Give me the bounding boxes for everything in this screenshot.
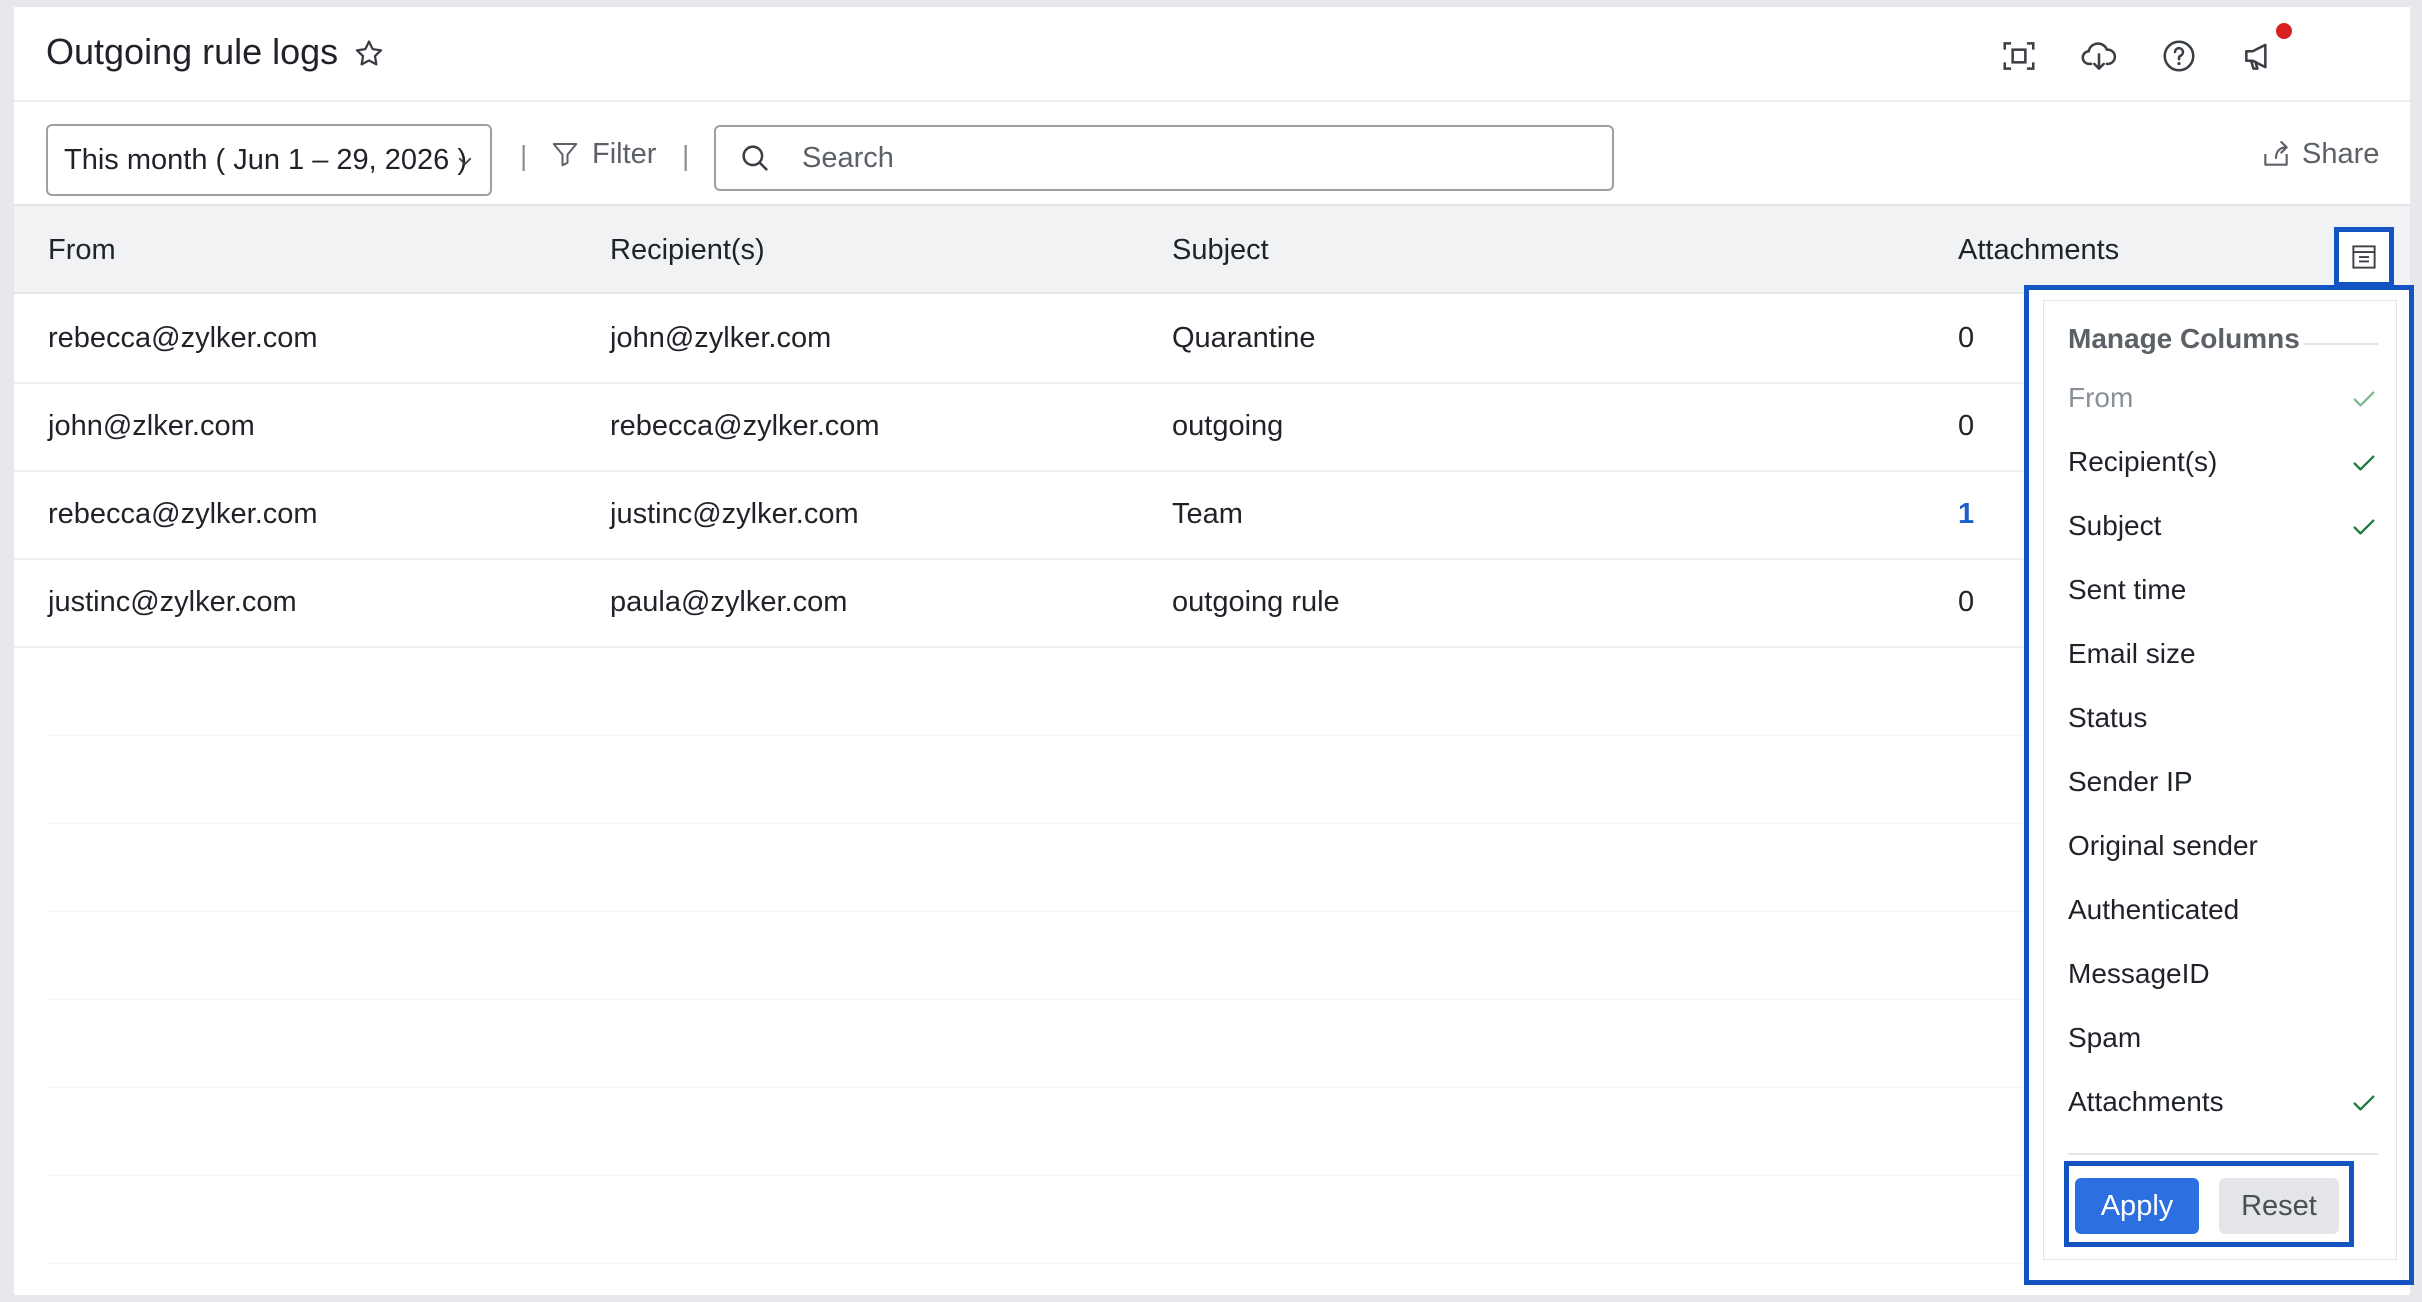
toolbar: This month ( Jun 1 – 29, 2026 ) | Filter… xyxy=(14,104,2410,212)
panel-actions: Apply Reset xyxy=(2064,1161,2354,1247)
column-option-label: Authenticated xyxy=(2068,894,2240,925)
cell-attachments: 0 xyxy=(1958,586,1975,618)
cell-recipients: paula@zylker.com xyxy=(610,586,848,618)
column-option: From xyxy=(2068,373,2378,423)
column-option[interactable]: Original sender xyxy=(2068,821,2378,871)
manage-columns-button[interactable] xyxy=(2334,227,2394,287)
column-header-attachments[interactable]: Attachments xyxy=(1958,234,2119,267)
column-option[interactable]: MessageID xyxy=(2068,949,2378,999)
column-option-label: Original sender xyxy=(2068,830,2258,861)
column-option-label: From xyxy=(2068,382,2134,413)
cell-attachments: 0 xyxy=(1958,322,1975,354)
cloud-download-icon[interactable] xyxy=(2080,37,2118,75)
empty-row-divider xyxy=(44,911,2044,912)
column-option-label: Sender IP xyxy=(2068,766,2193,797)
empty-row-divider xyxy=(44,1175,2044,1176)
share-label: Share xyxy=(2302,137,2380,170)
cell-subject: Quarantine xyxy=(1172,322,1316,354)
help-icon[interactable] xyxy=(2160,37,2198,75)
cell-subject: outgoing rule xyxy=(1172,586,1340,618)
search-icon xyxy=(742,145,768,171)
manage-columns-list: Manage Columns From Recipient(s) Subject Se… xyxy=(2043,300,2397,1260)
cell-subject: outgoing xyxy=(1172,410,1284,442)
column-option[interactable]: Subject xyxy=(2068,501,2378,551)
column-option[interactable]: Recipient(s) xyxy=(2068,437,2378,487)
cell-attachments: 0 xyxy=(1958,410,1975,442)
column-option-label: Status xyxy=(2068,702,2148,733)
column-option-label: Attachments xyxy=(2068,1086,2224,1117)
share-icon xyxy=(2264,140,2288,166)
cell-from: rebecca@zylker.com xyxy=(48,498,318,530)
checkmark-icon xyxy=(2353,519,2375,535)
chevron-down-icon xyxy=(458,157,472,165)
empty-row-divider xyxy=(44,1087,2044,1088)
filter-label: Filter xyxy=(592,137,657,170)
divider xyxy=(2068,1153,2378,1155)
column-option[interactable]: Authenticated xyxy=(2068,885,2378,935)
column-header-from[interactable]: From xyxy=(48,234,116,267)
date-range-value: This month ( Jun 1 – 29, 2026 ) xyxy=(64,143,467,176)
page-title: Outgoing rule logs xyxy=(46,31,339,72)
date-range-select[interactable]: This month ( Jun 1 – 29, 2026 ) xyxy=(46,124,492,196)
column-option[interactable]: Spam xyxy=(2068,1013,2378,1063)
empty-row-divider xyxy=(44,735,2044,736)
panel-title: Manage Columns xyxy=(2068,323,2300,354)
column-option-label: MessageID xyxy=(2068,958,2210,989)
screenshot-icon[interactable] xyxy=(2000,37,2038,75)
manage-columns-panel: Manage Columns From Recipient(s) Subject Se… xyxy=(2024,285,2414,1285)
divider xyxy=(2304,343,2378,345)
divider: | xyxy=(520,140,528,171)
app-frame: Outgoing rule logs This month ( Jun 1 – … xyxy=(14,7,2414,1295)
column-option[interactable]: Sender IP xyxy=(2068,757,2378,807)
apply-button[interactable]: Apply xyxy=(2075,1178,2199,1234)
empty-row-divider xyxy=(44,1263,2044,1264)
checkmark-icon xyxy=(2353,455,2375,471)
column-option[interactable]: Sent time xyxy=(2068,565,2378,615)
divider: | xyxy=(682,140,690,171)
column-option-label: Subject xyxy=(2068,510,2162,541)
column-option[interactable]: Email size xyxy=(2068,629,2378,679)
filter-icon xyxy=(552,143,578,167)
checkmark-icon xyxy=(2353,391,2375,407)
cell-attachments-link[interactable]: 1 xyxy=(1958,498,1974,531)
cell-recipients: john@zylker.com xyxy=(610,322,832,354)
cell-from: rebecca@zylker.com xyxy=(48,322,318,354)
column-header-recipients[interactable]: Recipient(s) xyxy=(610,234,765,267)
cell-recipients: justinc@zylker.com xyxy=(610,498,859,530)
columns-icon xyxy=(2352,245,2376,269)
notification-badge xyxy=(2276,23,2292,39)
table-header: From Recipient(s) Subject Attachments xyxy=(14,204,2410,294)
column-option-label: Recipient(s) xyxy=(2068,446,2218,477)
share-button[interactable]: Share xyxy=(2260,134,2379,174)
checkmark-icon xyxy=(2353,1095,2375,1111)
reset-button[interactable]: Reset xyxy=(2219,1178,2339,1234)
column-option[interactable]: Attachments xyxy=(2068,1077,2378,1127)
column-header-subject[interactable]: Subject xyxy=(1172,234,1269,267)
column-option-label: Spam xyxy=(2068,1022,2142,1053)
star-icon[interactable] xyxy=(352,37,386,71)
cell-recipients: rebecca@zylker.com xyxy=(610,410,880,442)
cell-from: justinc@zylker.com xyxy=(48,586,297,618)
page-header: Outgoing rule logs xyxy=(14,7,2410,102)
cell-subject: Team xyxy=(1172,498,1243,530)
cell-from: john@zlker.com xyxy=(48,410,255,442)
column-option[interactable]: Status xyxy=(2068,693,2378,743)
column-option-label: Email size xyxy=(2068,638,2196,669)
search-box[interactable] xyxy=(714,125,1614,191)
filter-button[interactable]: Filter xyxy=(550,134,656,174)
announcement-icon[interactable] xyxy=(2240,37,2278,75)
empty-row-divider xyxy=(44,823,2044,824)
search-input[interactable] xyxy=(802,141,1582,175)
column-option-label: Sent time xyxy=(2068,574,2187,605)
empty-row-divider xyxy=(44,999,2044,1000)
